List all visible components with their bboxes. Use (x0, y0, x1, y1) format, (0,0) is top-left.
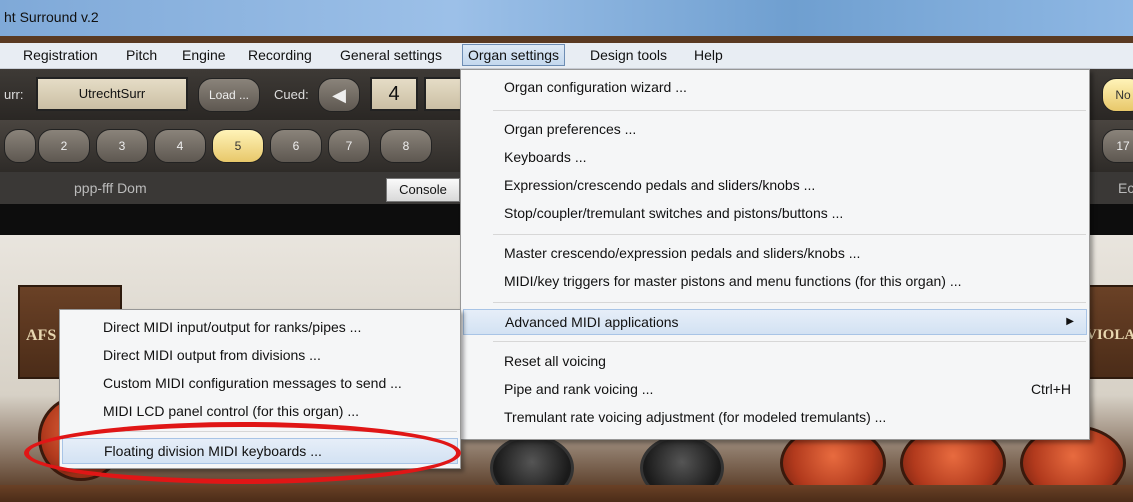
menu-item-stop-switches[interactable]: Stop/coupler/tremulant switches and pist… (461, 201, 1089, 225)
menu-general-settings[interactable]: General settings (340, 47, 442, 63)
surr-label: urr: (4, 87, 24, 102)
cued-label: Cued: (274, 87, 309, 102)
menu-item-tremulant-rate[interactable]: Tremulant rate voicing adjustment (for m… (461, 405, 1089, 429)
piston-1[interactable] (4, 129, 36, 163)
menu-item-midi-key-triggers[interactable]: MIDI/key triggers for master pistons and… (461, 269, 1089, 293)
surround-combination-field[interactable]: UtrechtSurr (36, 77, 188, 111)
submenu-item-direct-midi-io[interactable]: Direct MIDI input/output for ranks/pipes… (60, 315, 460, 339)
menu-design-tools[interactable]: Design tools (590, 47, 667, 63)
piston-2[interactable]: 2 (38, 129, 90, 163)
menu-separator (493, 302, 1086, 303)
right-plaque-label: VIOLA (1086, 327, 1133, 343)
piston-8[interactable]: 8 (380, 129, 432, 163)
submenu-item-midi-lcd-panel[interactable]: MIDI LCD panel control (for this organ) … (60, 399, 460, 423)
shortcut-label: Ctrl+H (1030, 381, 1071, 397)
title-bar: ht Surround v.2 (0, 0, 1133, 36)
no-button[interactable]: No (1102, 78, 1133, 112)
menu-item-keyboards[interactable]: Keyboards ... (461, 145, 1089, 169)
submenu-item-custom-midi-messages[interactable]: Custom MIDI configuration messages to se… (60, 371, 460, 395)
submenu-arrow-icon: ▶ (1066, 316, 1074, 327)
menu-registration[interactable]: Registration (23, 47, 98, 63)
left-plaque-label: AFS (26, 327, 57, 344)
submenu-item-direct-midi-output[interactable]: Direct MIDI output from divisions ... (60, 343, 460, 367)
arrow-left-icon: ◀ (332, 85, 346, 105)
division-label: ppp-fff Dom (74, 180, 147, 196)
menu-organ-settings[interactable]: Organ settings (462, 44, 566, 66)
piston-7[interactable]: 7 (328, 129, 370, 163)
menu-item-reset-all-voicing[interactable]: Reset all voicing (461, 349, 1089, 373)
piston-6[interactable]: 6 (270, 129, 322, 163)
menu-item-organ-preferences[interactable]: Organ preferences ... (461, 117, 1089, 141)
organ-settings-menu: Organ configuration wizard ... Organ pre… (460, 69, 1090, 440)
cued-value: 4 (370, 77, 418, 111)
menu-item-pipe-rank-voicing[interactable]: Pipe and rank voicing ... Ctrl+H (461, 377, 1089, 401)
cued-previous-button[interactable]: ◀ (318, 78, 360, 112)
piston-5[interactable]: 5 (212, 129, 264, 163)
menu-separator (493, 341, 1086, 342)
menu-item-expression-pedals[interactable]: Expression/crescendo pedals and sliders/… (461, 173, 1089, 197)
highlight-annotation-ellipse (24, 422, 461, 484)
menu-engine[interactable]: Engine (182, 47, 226, 63)
menu-separator (493, 234, 1086, 235)
menu-item-master-crescendo[interactable]: Master crescendo/expression pedals and s… (461, 241, 1089, 265)
window-title: ht Surround v.2 (4, 9, 99, 25)
menu-pitch[interactable]: Pitch (126, 47, 157, 63)
load-button[interactable]: Load ... (198, 78, 260, 112)
menu-bar: Registration Pitch Engine Recording Gene… (0, 43, 1133, 69)
menu-recording[interactable]: Recording (248, 47, 312, 63)
right-edge-label: Ec (1118, 180, 1133, 196)
menu-separator (493, 110, 1086, 111)
piston-4[interactable]: 4 (154, 129, 206, 163)
wood-bottom-rail (0, 485, 1133, 502)
menu-help[interactable]: Help (694, 47, 723, 63)
menu-item-organ-configuration-wizard[interactable]: Organ configuration wizard ... (461, 75, 1089, 99)
menu-item-advanced-midi-applications[interactable]: Advanced MIDI applications ▶ (463, 309, 1087, 335)
piston-3[interactable]: 3 (96, 129, 148, 163)
console-button[interactable]: Console (386, 178, 460, 202)
piston-17[interactable]: 17 (1102, 129, 1133, 163)
